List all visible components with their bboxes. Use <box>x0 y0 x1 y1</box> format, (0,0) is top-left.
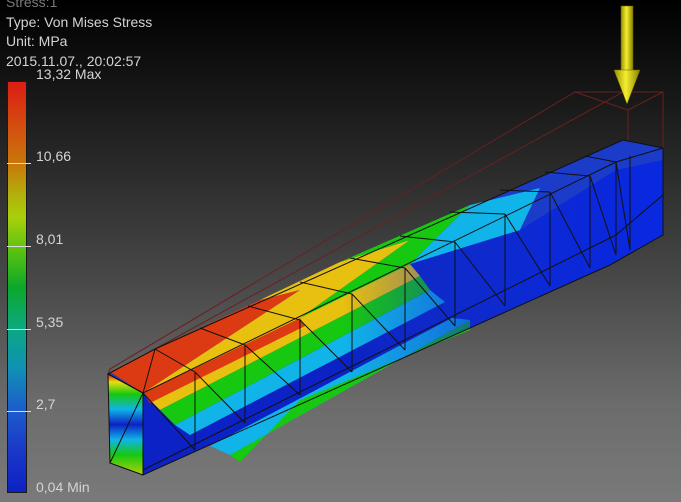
scale-label: 8,01 <box>36 231 64 247</box>
result-name: Stress:1 <box>6 0 58 10</box>
color-scale-bar <box>7 81 27 493</box>
scale-tick <box>7 411 31 412</box>
scale-label: 2,7 <box>36 396 56 412</box>
scale-label: 5,35 <box>36 314 64 330</box>
result-info: Stress:1 Type: Von Mises Stress Unit: MP… <box>6 0 152 71</box>
result-unit: Unit: MPa <box>6 33 68 49</box>
result-type: Type: Von Mises Stress <box>6 13 153 30</box>
scale-tick <box>7 163 31 164</box>
scale-tick <box>7 329 31 330</box>
scale-min-label: 0,04 Min <box>36 479 90 495</box>
scale-label: 10,66 <box>36 148 72 164</box>
force-arrow-icon[interactable] <box>613 5 641 105</box>
viewport-canvas[interactable] <box>0 0 681 502</box>
scale-tick <box>7 246 31 247</box>
scale-max-label: 13,32 Max <box>36 66 102 82</box>
beam-side-face <box>143 148 663 475</box>
